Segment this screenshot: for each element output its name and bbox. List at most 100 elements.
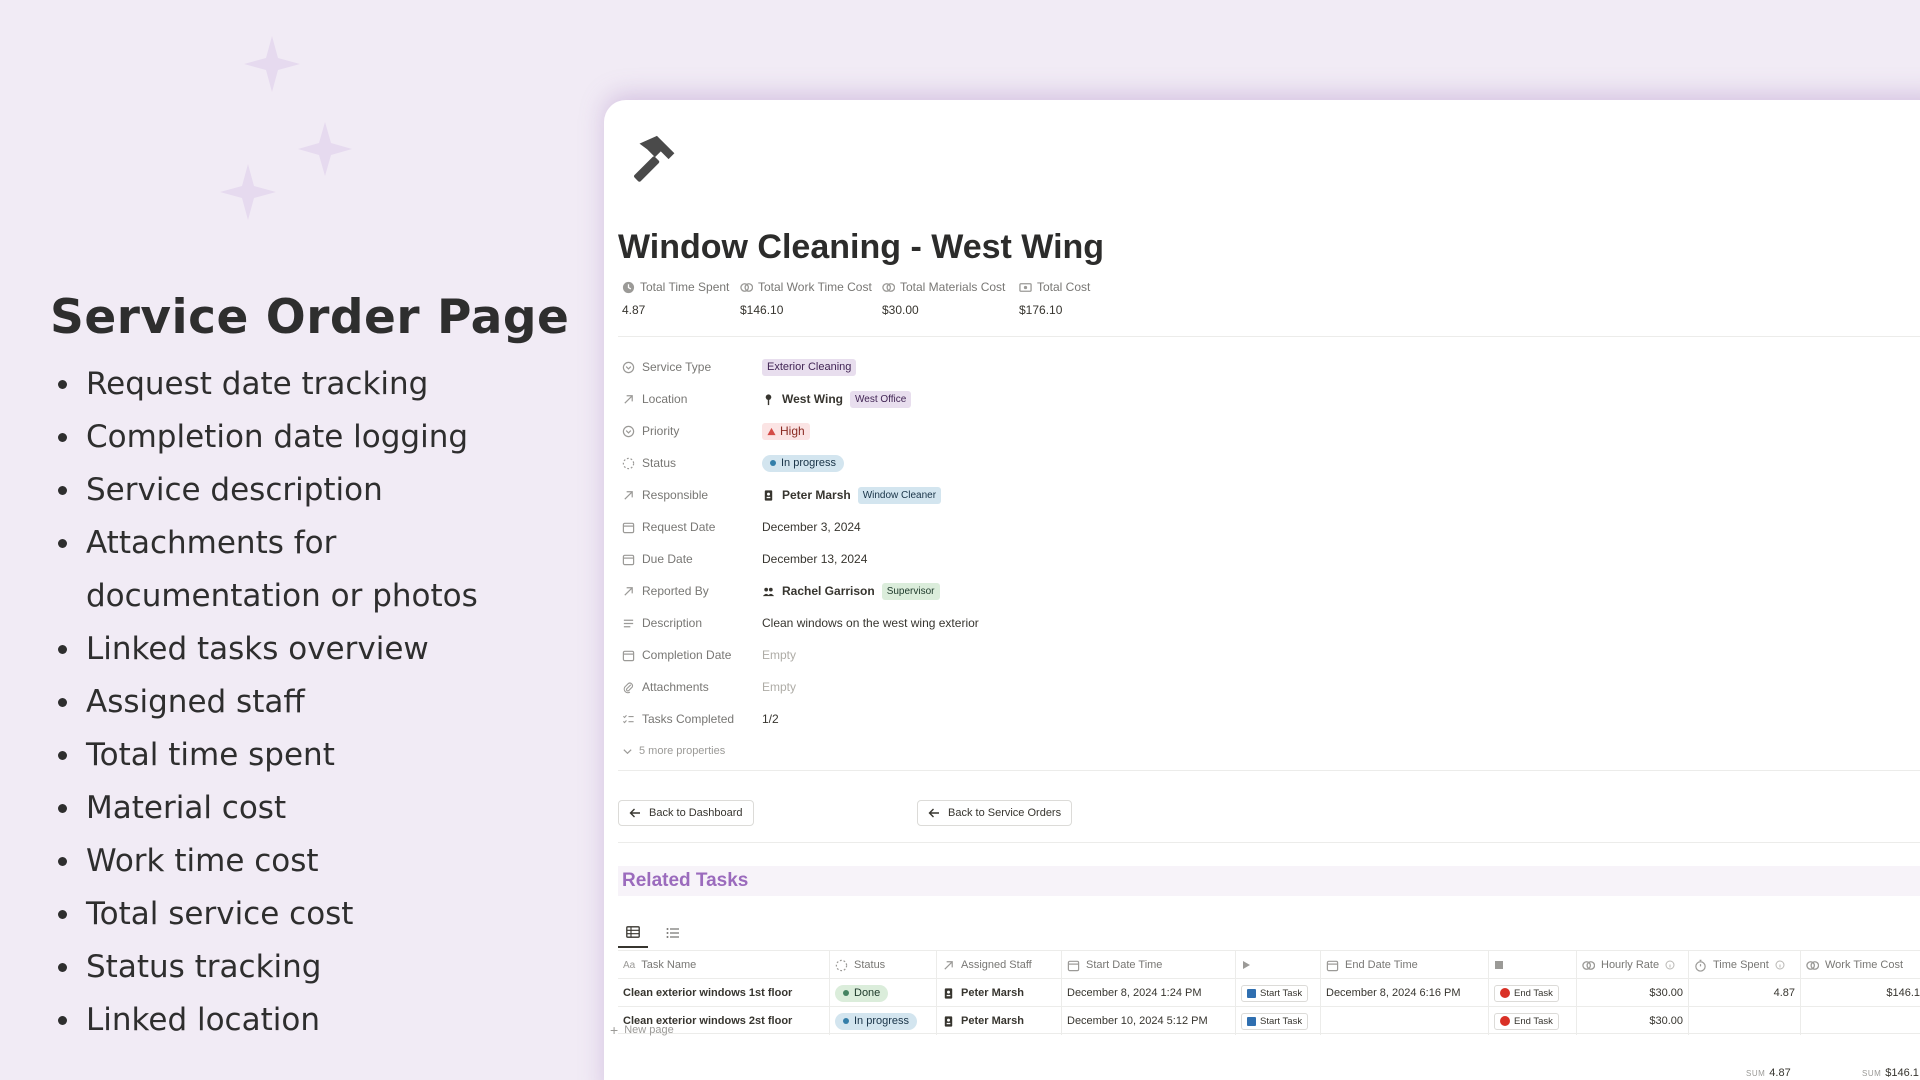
list-view-tab[interactable] [658,918,688,948]
staff-link[interactable]: Peter Marsh [961,1015,1024,1027]
feature-item: Assigned staff [56,676,576,729]
task-rate-cell[interactable]: $30.00 [1577,979,1689,1007]
prop-completion-date[interactable]: Completion Date Empty [622,645,796,665]
task-staff-cell[interactable]: Peter Marsh [937,1007,1062,1035]
due-date-value[interactable]: December 13, 2024 [762,552,867,566]
task-end-cell[interactable] [1321,1007,1489,1035]
task-start-cell[interactable]: December 8, 2024 1:24 PM [1062,979,1236,1007]
status-tag[interactable]: In progress [762,454,845,472]
table-view-tab[interactable] [618,918,648,948]
end-task-button[interactable]: End Task [1494,1012,1559,1030]
task-start-button-cell: Start Task [1236,1007,1321,1035]
task-end-cell[interactable]: December 8, 2024 6:16 PM [1321,979,1489,1007]
column-header-start-date-time[interactable]: Start Date Time [1062,951,1236,979]
prop-label: Service Type [642,360,712,374]
hammer-icon[interactable] [624,130,686,192]
related-tasks-title[interactable]: Related Tasks [622,870,748,892]
task-start-cell[interactable]: December 10, 2024 5:12 PM [1062,1007,1236,1035]
column-header-start-button[interactable] [1236,951,1321,979]
end-task-button[interactable]: End Task [1494,984,1559,1002]
table-row[interactable]: Clean exterior windows 1st floor Done Pe… [618,978,1920,1007]
notion-page-card: Window Cleaning - West Wing Total Time S… [604,100,1920,1080]
attachments-value[interactable]: Empty [762,680,796,694]
text-lines-icon [623,619,634,627]
prop-tasks-completed[interactable]: Tasks Completed 1/2 [622,709,779,729]
column-header-status[interactable]: Status [830,951,937,979]
prop-service-type[interactable]: Service Type Exterior Cleaning [622,357,857,377]
id-badge-icon [764,489,773,501]
priority-tag[interactable]: High [762,422,810,440]
summary-work-time-cost[interactable]: Total Work Time Cost $146.10 [740,280,872,317]
feature-item: Material cost [56,782,576,835]
page-title[interactable]: Window Cleaning - West Wing [618,228,1104,267]
prop-priority[interactable]: Priority High [622,421,810,441]
summary-total-cost[interactable]: Total Cost $176.10 [1019,280,1090,317]
responsible-link[interactable]: Peter Marsh [782,488,851,502]
prop-location[interactable]: Location West Wing West Office [622,389,912,409]
column-header-end-button[interactable] [1489,951,1577,979]
column-label: Status [854,959,886,971]
status-tag[interactable]: Done [835,984,889,1002]
location-link[interactable]: West Wing [782,392,843,406]
select-circle-icon [622,425,635,437]
prop-request-date[interactable]: Request Date December 3, 2024 [622,517,861,537]
calendar-icon [1067,960,1080,971]
prop-description[interactable]: Description Clean windows on the west wi… [622,613,979,633]
task-cost-cell[interactable] [1801,1007,1920,1035]
prop-attachments[interactable]: Attachments Empty [622,677,796,697]
paperclip-icon [623,682,634,693]
completion-date-value[interactable]: Empty [762,648,796,662]
prop-reported-by[interactable]: Reported By Rachel Garrison Supervisor [622,581,940,601]
prop-label: Tasks Completed [642,712,735,726]
promo-title: Service Order Page [50,290,570,345]
task-time-cell[interactable]: 4.87 [1689,979,1801,1007]
prop-label: Status [642,456,677,470]
back-to-service-orders-button[interactable]: Back to Service Orders [917,800,1073,826]
prop-due-date[interactable]: Due Date December 13, 2024 [622,549,867,569]
new-page-label: New page [624,1024,674,1036]
column-header-task-name[interactable]: Aa Task Name [618,951,830,979]
status-dot-icon [843,990,849,996]
summary-total-time[interactable]: Total Time Spent 4.87 [622,280,729,317]
column-header-assigned-staff[interactable]: Assigned Staff [937,951,1062,979]
new-page-button[interactable]: + New page [610,1022,674,1038]
column-header-hourly-rate[interactable]: Hourly Rate [1577,951,1689,979]
prop-responsible[interactable]: Responsible Peter Marsh Window Cleaner [622,485,942,505]
sum-time-spent[interactable]: SUM 4.87 [1746,1067,1791,1079]
start-task-button[interactable]: Start Task [1241,1012,1309,1030]
stop-icon [1500,1016,1510,1026]
summary-materials-cost[interactable]: Total Materials Cost $30.00 [882,280,1005,317]
service-type-tag[interactable]: Exterior Cleaning [762,358,857,376]
task-time-cell[interactable] [1689,1007,1801,1035]
task-cost-cell[interactable]: $146.1 [1801,979,1920,1007]
tasks-completed-value[interactable]: 1/2 [762,712,779,726]
start-task-button[interactable]: Start Task [1241,984,1309,1002]
reported-by-link[interactable]: Rachel Garrison [782,584,875,598]
more-properties-toggle[interactable]: 5 more properties [622,741,725,761]
request-date-value[interactable]: December 3, 2024 [762,520,861,534]
task-staff-cell[interactable]: Peter Marsh [937,979,1062,1007]
sum-work-time-cost[interactable]: SUM $146.1 [1862,1067,1919,1079]
task-end-button-cell: End Task [1489,979,1577,1007]
feature-item: Work time cost [56,835,576,888]
column-header-time-spent[interactable]: Time Spent [1689,951,1801,979]
description-value[interactable]: Clean windows on the west wing exterior [762,616,979,630]
column-header-end-date-time[interactable]: End Date Time [1321,951,1489,979]
task-rate-cell[interactable]: $30.00 [1577,1007,1689,1035]
task-name-cell[interactable]: Clean exterior windows 1st floor [618,979,830,1007]
sparkle-icon [220,164,276,220]
prop-label: Attachments [642,680,709,694]
info-icon [1775,960,1785,970]
pin-icon [765,393,772,405]
back-to-dashboard-button[interactable]: Back to Dashboard [618,800,754,826]
status-tag[interactable]: In progress [835,1012,918,1030]
task-status-cell[interactable]: Done [830,979,937,1007]
table-icon [626,926,640,938]
column-header-work-time-cost[interactable]: Work Time Cost [1801,951,1920,979]
table-row[interactable]: Clean exterior windows 2st floor In prog… [618,1006,1920,1035]
staff-link[interactable]: Peter Marsh [961,987,1024,999]
sum-value: 4.87 [1769,1067,1791,1079]
arrow-left-icon [629,808,640,818]
task-status-cell[interactable]: In progress [830,1007,937,1035]
prop-status[interactable]: Status In progress [622,453,845,473]
